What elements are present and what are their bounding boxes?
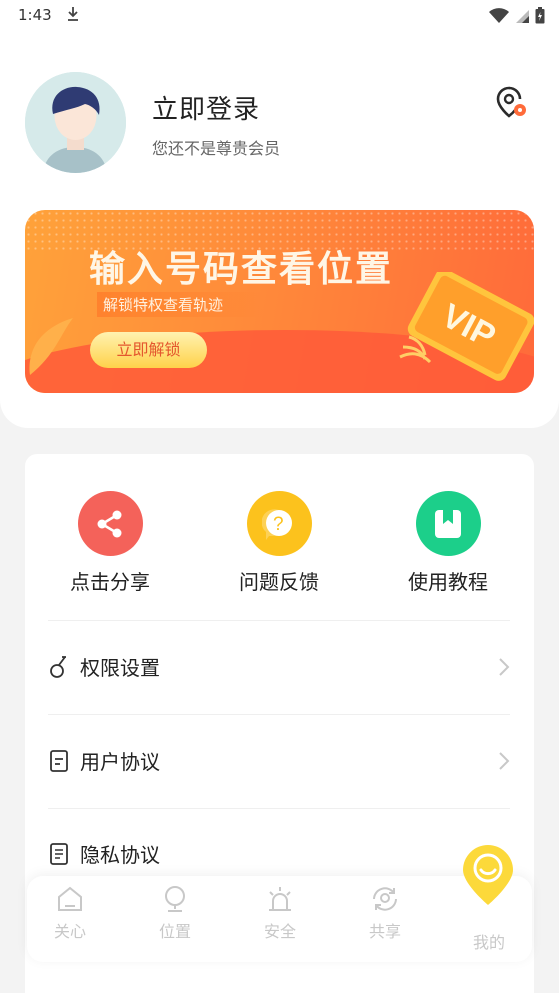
tutorial-label: 使用教程	[408, 570, 488, 594]
divider	[48, 620, 510, 621]
bottom-navigation: 关心 位置 安全 共享 我的	[27, 876, 532, 962]
nav-label: 安全	[263, 922, 296, 941]
question-icon: ?	[246, 491, 312, 556]
banner-title: 输入号码查看位置	[89, 249, 394, 290]
nav-tab-safety[interactable]: 安全	[240, 884, 320, 942]
nav-tab-share[interactable]: 共享	[345, 884, 425, 942]
share-shortcut[interactable]: 点击分享	[50, 491, 170, 595]
banner-subtitle: 解锁特权查看轨迹	[97, 292, 264, 317]
permission-icon	[48, 655, 70, 679]
feedback-label: 问题反馈	[239, 570, 319, 594]
status-time: 1:43	[18, 6, 52, 24]
member-status-text: 您还不是尊贵会员	[152, 139, 281, 158]
svg-text:?: ?	[273, 514, 284, 535]
nav-tab-mine[interactable]: 我的	[449, 929, 529, 953]
nav-tab-location[interactable]: 位置	[135, 884, 215, 942]
book-icon	[415, 491, 481, 556]
menu-item-label: 权限设置	[80, 656, 160, 680]
wifi-icon	[489, 7, 509, 23]
menu-item-label: 用户协议	[80, 750, 160, 774]
login-button[interactable]: 立即登录	[152, 89, 260, 126]
menu-item-permissions[interactable]: 权限设置	[48, 638, 510, 698]
download-icon	[66, 6, 80, 26]
share-label: 点击分享	[70, 570, 150, 594]
avatar[interactable]	[25, 72, 126, 173]
chevron-right-icon	[498, 751, 510, 775]
divider	[48, 808, 510, 809]
menu-item-label: 隐私协议	[80, 843, 160, 867]
nav-label: 我的	[472, 933, 505, 952]
battery-icon	[535, 7, 545, 24]
leaf-decoration-icon	[29, 318, 73, 375]
tutorial-shortcut[interactable]: 使用教程	[388, 491, 508, 595]
alarm-icon	[269, 887, 291, 911]
divider	[48, 714, 510, 715]
nav-label: 关心	[53, 922, 86, 941]
privacy-icon	[48, 842, 70, 866]
location-pin-icon	[165, 886, 185, 912]
vip-card-icon: VIP	[395, 268, 534, 381]
status-icons	[489, 7, 545, 24]
status-bar: 1:43	[0, 0, 559, 32]
share-location-icon	[373, 887, 397, 911]
agreement-icon	[48, 749, 70, 773]
feedback-shortcut[interactable]: ? 问题反馈	[219, 491, 339, 595]
nav-label: 位置	[158, 922, 191, 941]
chevron-right-icon	[498, 657, 510, 681]
nav-label: 共享	[368, 922, 401, 941]
home-icon	[58, 886, 82, 911]
share-icon	[77, 491, 143, 556]
unlock-button[interactable]: 立即解锁	[90, 332, 207, 368]
location-settings-icon[interactable]	[495, 86, 527, 118]
nav-tab-care[interactable]: 关心	[30, 884, 110, 942]
vip-banner[interactable]: 输入号码查看位置 解锁特权查看轨迹 立即解锁 VIP	[25, 210, 534, 393]
menu-item-user-agreement[interactable]: 用户协议	[48, 732, 510, 792]
signal-icon	[516, 9, 529, 23]
profile-icon[interactable]	[461, 843, 515, 907]
